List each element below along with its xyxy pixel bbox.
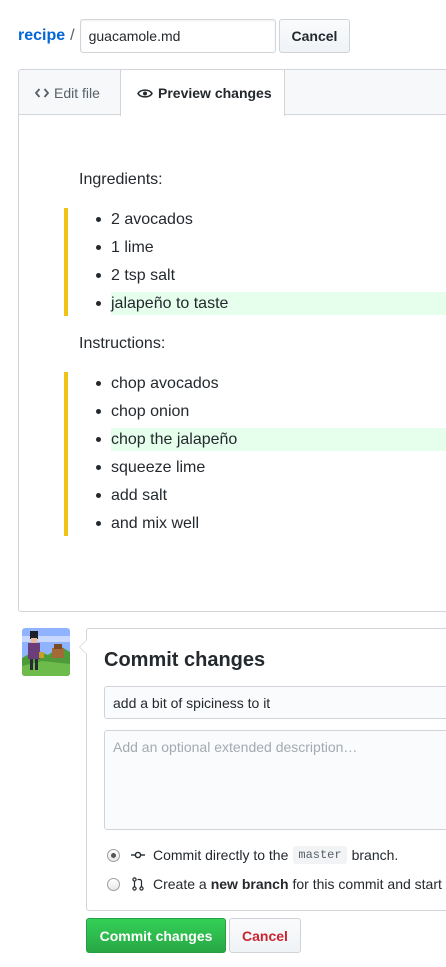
instructions-heading: Instructions:: [79, 335, 166, 352]
cancel-edit-button[interactable]: Cancel: [279, 19, 350, 53]
ingredients-heading: Ingredients:: [79, 171, 163, 188]
list-item-added: jalapeño to taste: [96, 292, 446, 315]
file-editor: Edit file Preview changes Ingredients: 2…: [18, 69, 446, 612]
cancel-button[interactable]: Cancel: [229, 918, 301, 953]
commit-form: Commit changes Commit directly to the ma…: [79, 628, 446, 911]
list-item-added: chop the jalapeño: [96, 428, 446, 451]
ingredients-list: 2 avocados 1 lime 2 tsp salt jalapeño to…: [64, 208, 446, 316]
instructions-list: chop avocados chop onion chop the jalape…: [64, 372, 446, 536]
tab-preview-changes-label: Preview changes: [158, 85, 272, 101]
commit-new-branch-option[interactable]: Create a new branch for this commit and …: [107, 874, 446, 894]
path-separator: /: [70, 27, 75, 44]
new-branch-prefix: Create a: [153, 876, 207, 892]
commit-title: Commit changes: [104, 649, 266, 671]
filename-input[interactable]: [79, 19, 276, 53]
commit-new-branch-radio[interactable]: [107, 877, 120, 891]
code-icon: [35, 87, 49, 98]
commit-changes-button[interactable]: Commit changes: [86, 918, 226, 953]
new-branch-bold: new branch: [210, 876, 289, 892]
commit-direct-option[interactable]: Commit directly to the master branch.: [107, 845, 398, 865]
list-item: 2 tsp salt: [96, 264, 446, 287]
list-item: add salt: [96, 484, 446, 507]
tab-edit-file-label: Edit file: [54, 84, 100, 101]
commit-direct-radio[interactable]: [107, 848, 120, 862]
list-item: and mix well: [96, 512, 446, 535]
tab-preview-changes[interactable]: Preview changes: [120, 70, 285, 116]
markdown-preview: Ingredients: 2 avocados 1 lime 2 tsp sal…: [19, 116, 446, 611]
commit-summary-input[interactable]: [104, 686, 446, 719]
tab-edit-file[interactable]: Edit file: [19, 70, 121, 115]
list-item: squeeze lime: [96, 456, 446, 479]
repo-link[interactable]: recipe: [18, 27, 65, 45]
list-item: chop onion: [96, 400, 446, 423]
editor-tabbar: Edit file Preview changes: [19, 70, 446, 116]
list-item: 1 lime: [96, 236, 446, 259]
commit-direct-suffix: branch.: [351, 847, 399, 863]
callout-arrow-fill: [80, 640, 87, 654]
commit-direct-prefix: Commit directly to the: [153, 847, 289, 863]
eye-icon: [137, 88, 153, 99]
commit-description-textarea[interactable]: [104, 730, 446, 830]
git-commit-icon: [130, 850, 146, 860]
branch-name: master: [293, 846, 347, 864]
git-pull-request-icon: [130, 877, 146, 891]
list-item: chop avocados: [96, 372, 446, 395]
avatar: [22, 628, 70, 676]
list-item: 2 avocados: [96, 208, 446, 231]
new-branch-suffix: for this commit and start a: [292, 876, 446, 892]
breadcrumb: recipe /: [18, 19, 276, 53]
